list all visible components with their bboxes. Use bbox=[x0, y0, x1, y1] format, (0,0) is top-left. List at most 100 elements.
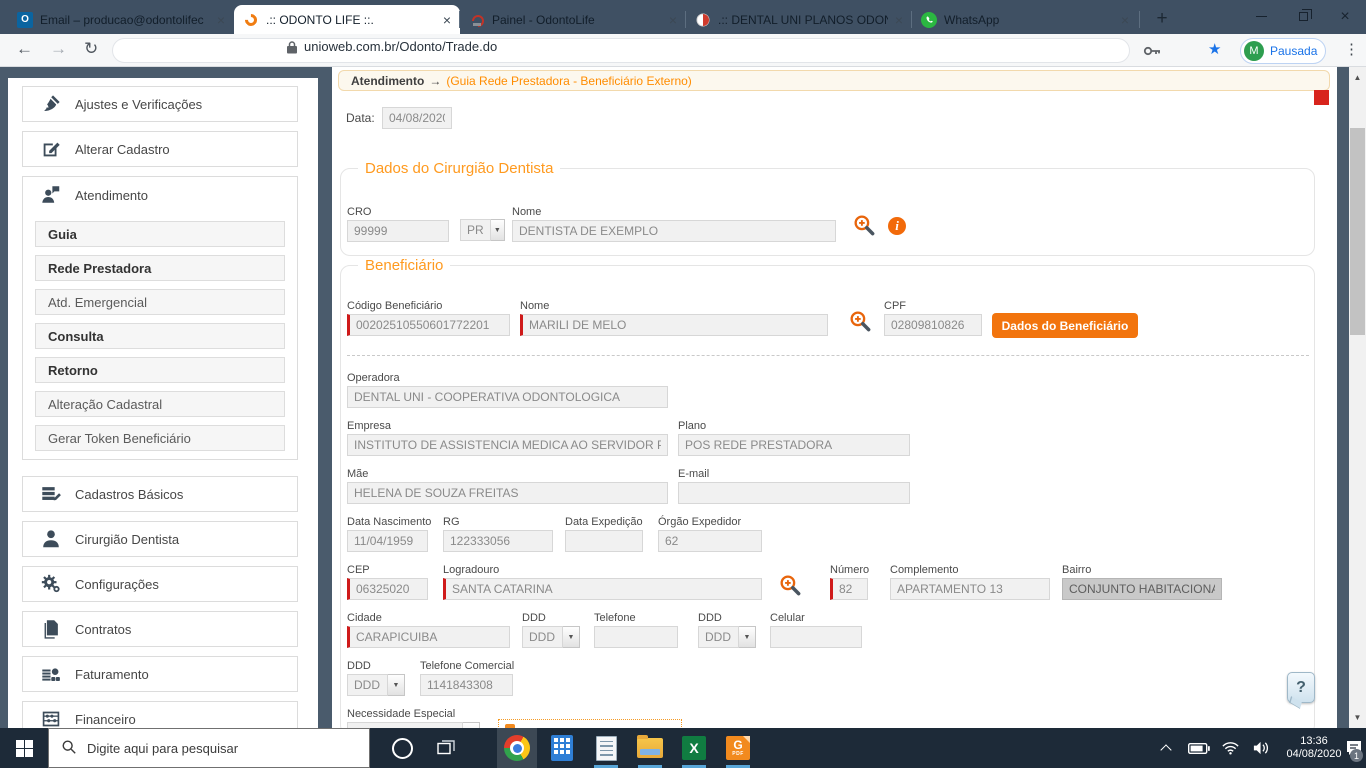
ddd-select[interactable]: DDD ▼ bbox=[698, 626, 756, 648]
sidebar-item-atd-emergencial[interactable]: Atd. Emergencial bbox=[35, 289, 285, 315]
task-view-button[interactable] bbox=[426, 728, 466, 768]
sidebar-item-ajustes[interactable]: Ajustes e Verificações bbox=[22, 86, 298, 122]
cep-input[interactable] bbox=[347, 578, 428, 600]
padlock-icon[interactable] bbox=[286, 40, 298, 60]
scrollbar-thumb[interactable] bbox=[1350, 128, 1365, 335]
uf-select[interactable]: PR ▼ bbox=[460, 219, 505, 241]
nascimento-input[interactable] bbox=[347, 530, 428, 552]
sidebar-item-cadastros-basicos[interactable]: Cadastros Básicos bbox=[22, 476, 298, 512]
sidebar-item-alterar-cadastro[interactable]: Alterar Cadastro bbox=[22, 131, 298, 167]
tab-close-icon[interactable]: × bbox=[443, 13, 451, 27]
expedicao-input[interactable] bbox=[565, 530, 643, 552]
operadora-input[interactable] bbox=[347, 386, 668, 408]
tab-close-icon[interactable]: × bbox=[669, 13, 677, 27]
tab-close-icon[interactable]: × bbox=[217, 13, 225, 27]
window-restore-button[interactable] bbox=[1282, 0, 1324, 33]
sidebar-item-guia[interactable]: Guia bbox=[35, 221, 285, 247]
beneficiary-name-input[interactable] bbox=[520, 314, 828, 336]
battery-status[interactable] bbox=[1184, 728, 1214, 768]
scroll-down-icon[interactable]: ▼ bbox=[1349, 709, 1366, 726]
sidebar-item-consulta[interactable]: Consulta bbox=[35, 323, 285, 349]
start-button[interactable] bbox=[0, 728, 48, 768]
telefone-input[interactable] bbox=[594, 626, 678, 648]
dados-beneficiario-button[interactable]: Dados do Beneficiário bbox=[992, 313, 1138, 338]
cortana-button[interactable] bbox=[382, 728, 422, 768]
action-center-button[interactable] bbox=[1342, 728, 1366, 768]
cidade-input[interactable] bbox=[347, 626, 510, 648]
celular-input[interactable] bbox=[770, 626, 862, 648]
sidebar-item-financeiro[interactable]: Financeiro bbox=[22, 701, 298, 728]
email-input[interactable] bbox=[678, 482, 910, 504]
taskbar-notepad[interactable] bbox=[586, 728, 626, 768]
cidade-label: Cidade bbox=[347, 612, 382, 624]
taskbar-chrome[interactable] bbox=[497, 728, 537, 768]
window-minimize-button[interactable] bbox=[1240, 0, 1282, 33]
chevron-down-icon[interactable]: ▼ bbox=[563, 626, 580, 648]
tray-expand-button[interactable] bbox=[1152, 728, 1180, 768]
cro-input[interactable] bbox=[347, 220, 449, 242]
volume-status[interactable] bbox=[1246, 728, 1276, 768]
ddd-select[interactable]: DDD ▼ bbox=[522, 626, 580, 648]
help-button[interactable]: ? bbox=[1287, 672, 1315, 703]
mae-input[interactable] bbox=[347, 482, 668, 504]
search-zoom-icon[interactable] bbox=[848, 309, 873, 334]
ddd-select[interactable]: DDD ▼ bbox=[347, 674, 405, 696]
plano-input[interactable] bbox=[678, 434, 910, 456]
necessidade-focused-option[interactable] bbox=[498, 719, 682, 728]
cpf-input[interactable] bbox=[884, 314, 982, 336]
tab-painel[interactable]: Painel - OdontoLife × bbox=[460, 5, 686, 34]
complemento-input[interactable] bbox=[890, 578, 1050, 600]
rg-input[interactable] bbox=[443, 530, 553, 552]
empresa-input[interactable] bbox=[347, 434, 668, 456]
codigo-input[interactable] bbox=[347, 314, 510, 336]
bookmark-star-icon[interactable]: ★ bbox=[1208, 40, 1221, 58]
address-bar[interactable] bbox=[112, 38, 1130, 63]
taskbar-calculator[interactable] bbox=[542, 728, 582, 768]
bairro-input[interactable] bbox=[1062, 578, 1222, 600]
tab-email[interactable]: O Email – producao@odontolifec × bbox=[8, 5, 234, 34]
wifi-status[interactable] bbox=[1216, 728, 1244, 768]
sidebar-item-rede-prestadora[interactable]: Rede Prestadora bbox=[35, 255, 285, 281]
sidebar-item-cirurgiao-dentista[interactable]: Cirurgião Dentista bbox=[22, 521, 298, 557]
sidebar-item-alteracao-cadastral[interactable]: Alteração Cadastral bbox=[35, 391, 285, 417]
taskbar-pdf-app[interactable]: G PDF bbox=[718, 728, 758, 768]
sidebar-item-configuracoes[interactable]: Configurações bbox=[22, 566, 298, 602]
telefone-comercial-input[interactable] bbox=[420, 674, 513, 696]
sidebar-item-gerar-token[interactable]: Gerar Token Beneficiário bbox=[35, 425, 285, 451]
chevron-down-icon[interactable]: ▼ bbox=[739, 626, 756, 648]
vertical-scrollbar[interactable]: ▲ ▼ bbox=[1349, 67, 1366, 728]
back-icon[interactable]: ← bbox=[16, 39, 33, 59]
tab-odontolife-active[interactable]: .:: ODONTO LIFE ::. × bbox=[234, 5, 460, 34]
tab-dentaluni[interactable]: .:: DENTAL UNI PLANOS ODON × bbox=[686, 5, 912, 34]
tab-close-icon[interactable]: × bbox=[1121, 13, 1129, 27]
taskbar-excel[interactable]: X bbox=[674, 728, 714, 768]
new-tab-button[interactable]: + bbox=[1148, 5, 1176, 33]
chevron-down-icon[interactable]: ▼ bbox=[490, 219, 505, 241]
info-icon[interactable]: i bbox=[888, 217, 906, 235]
scroll-up-icon[interactable]: ▲ bbox=[1349, 69, 1366, 86]
sidebar-item-retorno[interactable]: Retorno bbox=[35, 357, 285, 383]
orgao-input[interactable] bbox=[658, 530, 762, 552]
reload-icon[interactable]: ↻ bbox=[84, 39, 98, 59]
taskbar-search[interactable]: Digite aqui para pesquisar bbox=[48, 728, 370, 768]
chrome-menu-icon[interactable]: ⋮ bbox=[1344, 40, 1359, 58]
window-close-button[interactable]: × bbox=[1324, 0, 1366, 33]
logradouro-input[interactable] bbox=[443, 578, 762, 600]
taskbar-clock[interactable]: 13:36 04/08/2020 bbox=[1282, 728, 1346, 768]
telefone-comercial-field: Telefone Comercial bbox=[420, 660, 514, 696]
date-input[interactable] bbox=[382, 107, 452, 129]
password-key-icon[interactable] bbox=[1142, 41, 1162, 66]
chevron-down-icon[interactable]: ▼ bbox=[388, 674, 405, 696]
tab-whatsapp[interactable]: WhatsApp × bbox=[912, 5, 1138, 34]
dentist-name-input[interactable] bbox=[512, 220, 836, 242]
sidebar-item-faturamento[interactable]: Faturamento bbox=[22, 656, 298, 692]
search-zoom-icon[interactable] bbox=[852, 213, 877, 238]
tab-close-icon[interactable]: × bbox=[895, 13, 903, 27]
forward-icon[interactable]: → bbox=[50, 39, 67, 59]
profile-chip[interactable]: M Pausada bbox=[1240, 38, 1327, 64]
sidebar-item-atendimento[interactable]: Atendimento bbox=[23, 177, 297, 213]
taskbar-explorer[interactable] bbox=[630, 728, 670, 768]
numero-input[interactable] bbox=[830, 578, 868, 600]
sidebar-item-contratos[interactable]: Contratos bbox=[22, 611, 298, 647]
search-zoom-icon[interactable] bbox=[778, 573, 803, 598]
